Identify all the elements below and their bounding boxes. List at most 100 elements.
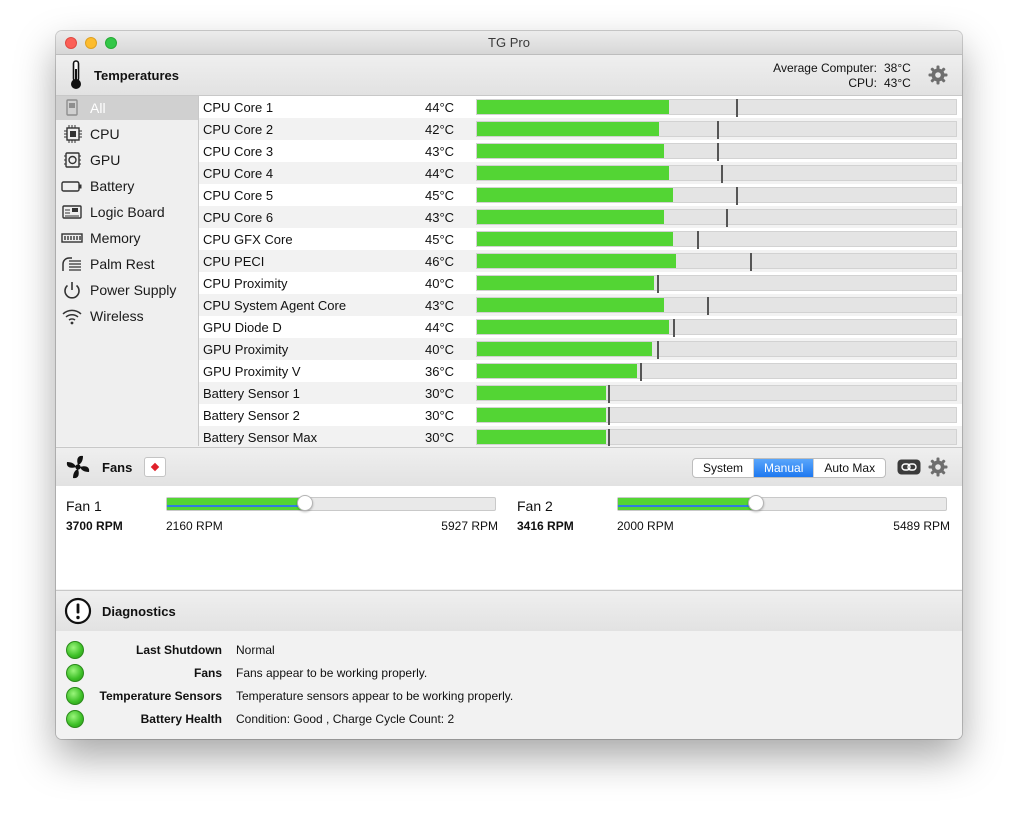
battery-icon xyxy=(61,181,82,192)
diagnostic-value: Normal xyxy=(236,643,275,657)
temperature-bar xyxy=(476,121,957,139)
max-temperature-marker xyxy=(721,165,723,183)
tg-pro-window: TG Pro Temperatures Average Computer: 38… xyxy=(56,31,962,739)
fan-mode-system[interactable]: System xyxy=(693,459,755,477)
temperature-bar-fill xyxy=(477,276,654,290)
fan-2-slider-fill xyxy=(618,498,756,510)
fan-2-slider-track-line xyxy=(618,505,756,507)
temperature-bar-fill xyxy=(477,298,664,312)
table-row[interactable]: CPU GFX Core 45°C xyxy=(199,228,962,250)
sensor-temperature: 43°C xyxy=(425,144,455,159)
sidebar-item-power-supply[interactable]: Power Supply xyxy=(56,278,198,302)
table-row[interactable]: CPU Core 1 44°C xyxy=(199,96,962,118)
diagnostic-label: Temperature Sensors xyxy=(99,689,223,703)
table-row[interactable]: CPU Core 3 43°C xyxy=(199,140,962,162)
fans-panel: Fan 1 3700 RPM 2160 RPM 5927 RPM Fan 2 3… xyxy=(56,486,962,589)
fans-gear-icon[interactable] xyxy=(928,457,948,477)
max-temperature-marker xyxy=(736,99,738,117)
status-ok-icon xyxy=(66,687,84,705)
sensor-temperature: 42°C xyxy=(425,122,455,137)
gpu-chip-icon xyxy=(64,152,81,168)
sensor-name: CPU Core 6 xyxy=(203,210,274,225)
link-toggle-icon[interactable] xyxy=(897,459,921,475)
sensor-name: CPU System Agent Core xyxy=(203,298,347,313)
max-temperature-marker xyxy=(608,407,610,425)
power-icon xyxy=(64,282,80,299)
temperature-bar xyxy=(476,429,957,446)
table-row[interactable]: CPU Core 2 42°C xyxy=(199,118,962,140)
diagnostic-row-battery-health: Battery Health Condition: Good , Charge … xyxy=(56,709,962,732)
sensor-name: GPU Proximity xyxy=(203,342,289,357)
fan-1-name: Fan 1 xyxy=(66,498,102,514)
fan-1-slider-fill xyxy=(167,498,305,510)
max-temperature-marker xyxy=(707,297,709,315)
diagnostic-row-fans: Fans Fans appear to be working properly. xyxy=(56,663,962,686)
sensor-temperature: 45°C xyxy=(425,188,455,203)
table-row[interactable]: CPU PECI 46°C xyxy=(199,250,962,272)
cpu-average-value: 43°C xyxy=(884,76,911,90)
sensor-temperature: 43°C xyxy=(425,210,455,225)
max-temperature-marker xyxy=(657,341,659,359)
average-computer-label: Average Computer: xyxy=(773,61,877,75)
table-row[interactable]: Battery Sensor Max 30°C xyxy=(199,426,962,446)
max-temperature-marker xyxy=(717,143,719,161)
sensor-temperature: 36°C xyxy=(425,364,455,379)
diagnostic-value: Temperature sensors appear to be working… xyxy=(236,689,514,703)
sidebar-item-memory[interactable]: Memory xyxy=(56,226,198,250)
sensor-temperature: 44°C xyxy=(425,320,455,335)
sidebar-item-label: GPU xyxy=(90,152,121,168)
wifi-icon xyxy=(62,309,82,325)
temperature-bar xyxy=(476,231,957,249)
computer-icon xyxy=(66,99,78,116)
sidebar-item-battery[interactable]: Battery xyxy=(56,174,198,198)
temperature-bar xyxy=(476,297,957,315)
sensor-temperature: 30°C xyxy=(425,430,455,445)
table-row[interactable]: GPU Proximity V 36°C xyxy=(199,360,962,382)
fan-1-speed-slider[interactable] xyxy=(166,495,496,511)
table-row[interactable]: CPU Core 6 43°C xyxy=(199,206,962,228)
status-ok-icon xyxy=(66,664,84,682)
table-row[interactable]: CPU Proximity 40°C xyxy=(199,272,962,294)
temperature-bar-fill xyxy=(477,122,659,136)
table-row[interactable]: GPU Diode D 44°C xyxy=(199,316,962,338)
sidebar-item-cpu[interactable]: CPU xyxy=(56,122,198,146)
temperature-bar-fill xyxy=(477,100,669,114)
sensor-temperature: 30°C xyxy=(425,408,455,423)
max-temperature-marker xyxy=(657,275,659,293)
max-temperature-marker xyxy=(750,253,752,271)
sidebar-item-gpu[interactable]: GPU xyxy=(56,148,198,172)
sensor-name: Battery Sensor 2 xyxy=(203,408,300,423)
fan-mode-manual[interactable]: Manual xyxy=(754,459,815,477)
sensor-name: CPU Core 5 xyxy=(203,188,274,203)
temperature-bar-fill xyxy=(477,430,606,444)
temperatures-title: Temperatures xyxy=(94,68,180,83)
table-row[interactable]: CPU Core 4 44°C xyxy=(199,162,962,184)
sensor-temperature: 46°C xyxy=(425,254,455,269)
sidebar-item-wireless[interactable]: Wireless xyxy=(56,304,198,328)
sidebar-item-palm-rest[interactable]: Palm Rest xyxy=(56,252,198,276)
sensor-category-sidebar: All CPU GPU Battery Logic Board Memory P… xyxy=(56,96,199,446)
table-row[interactable]: Battery Sensor 1 30°C xyxy=(199,382,962,404)
sidebar-item-logic-board[interactable]: Logic Board xyxy=(56,200,198,224)
fan-boost-button[interactable] xyxy=(144,457,166,477)
fan-1-slider-knob[interactable] xyxy=(297,495,313,511)
sensor-name: CPU Core 4 xyxy=(203,166,274,181)
fan-2-min-rpm: 2000 RPM xyxy=(617,519,674,533)
max-temperature-marker xyxy=(673,319,675,337)
fan-2-slider-knob[interactable] xyxy=(748,495,764,511)
sidebar-item-all[interactable]: All xyxy=(56,96,198,120)
diagnostic-row-last-shutdown: Last Shutdown Normal xyxy=(56,640,962,663)
fan-mode-auto-max[interactable]: Auto Max xyxy=(814,459,885,477)
fan-2-speed-slider[interactable] xyxy=(617,495,947,511)
logic-board-icon xyxy=(62,205,82,219)
diagnostic-label: Battery Health xyxy=(140,712,222,726)
table-row[interactable]: Battery Sensor 2 30°C xyxy=(199,404,962,426)
fan-1-current-rpm: 3700 RPM xyxy=(66,519,123,533)
table-row[interactable]: CPU Core 5 45°C xyxy=(199,184,962,206)
sidebar-item-label: All xyxy=(90,100,106,116)
table-row[interactable]: CPU System Agent Core 43°C xyxy=(199,294,962,316)
table-row[interactable]: GPU Proximity 40°C xyxy=(199,338,962,360)
gear-icon[interactable] xyxy=(928,65,948,85)
sensor-name: GPU Diode D xyxy=(203,320,282,335)
diagnostics-title: Diagnostics xyxy=(102,604,176,619)
